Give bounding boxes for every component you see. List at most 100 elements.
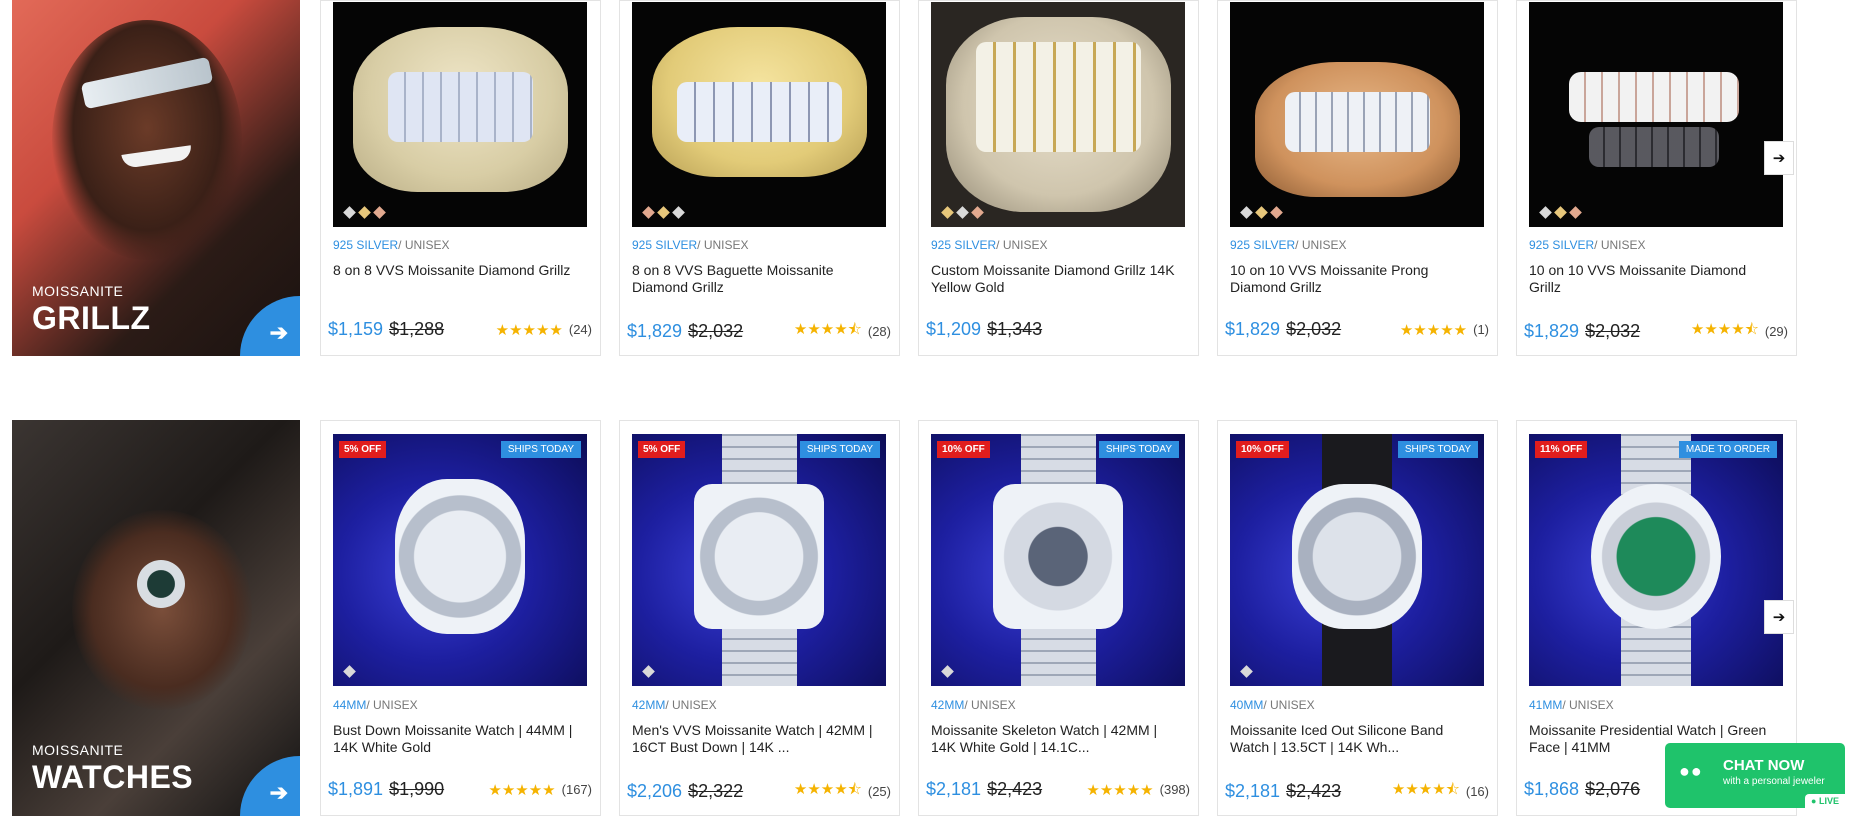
- color-swatches[interactable]: [941, 206, 984, 219]
- chevron-right-icon[interactable]: ➔: [1764, 600, 1794, 634]
- rating[interactable]: ★★★★★ (398): [1086, 781, 1190, 799]
- review-count: (28): [867, 324, 891, 339]
- product-footer: $1,891 $1,990 ★★★★★ (167): [328, 779, 592, 800]
- product-card[interactable]: 925 SILVER/ UNISEX 8 on 8 VVS Baguette M…: [619, 0, 900, 356]
- rating[interactable]: ★★★★⯪ (16): [1392, 779, 1489, 804]
- arrow-right-icon[interactable]: ➔: [240, 756, 300, 816]
- price-original: $2,032: [1585, 321, 1641, 341]
- product-image[interactable]: [1529, 2, 1783, 227]
- color-swatches[interactable]: [642, 665, 655, 678]
- color-swatches[interactable]: [1240, 206, 1283, 219]
- price-original: $2,423: [1286, 781, 1342, 801]
- product-image[interactable]: 10% OFF SHIPS TODAY: [1230, 434, 1484, 686]
- discount-badge: 5% OFF: [638, 441, 686, 458]
- product-image[interactable]: 11% OFF MADE TO ORDER: [1529, 434, 1783, 686]
- watch-shape: [993, 484, 1123, 629]
- product-image[interactable]: [632, 2, 886, 227]
- product-name[interactable]: Moissanite Skeleton Watch | 42MM | 14K W…: [931, 722, 1181, 756]
- grillz-hero-banner[interactable]: MOISSANITE GRILLZ ➔: [12, 0, 300, 356]
- rating[interactable]: ★★★★⯪ (25): [794, 779, 891, 804]
- product-name[interactable]: Bust Down Moissanite Watch | 44MM | 14K …: [333, 722, 583, 756]
- color-swatches[interactable]: [343, 665, 356, 678]
- price-original: $2,076: [1585, 779, 1641, 799]
- grillz-section: MOISSANITE GRILLZ ➔ 925 SILVER/ UNISEX 8…: [0, 0, 1853, 360]
- star-icon: ★★★★★: [1399, 321, 1468, 339]
- product-tag: 925 SILVER/ UNISEX: [931, 238, 1048, 252]
- watch-shape: [137, 560, 185, 608]
- price-sale: $1,159: [328, 319, 384, 339]
- chevron-right-icon[interactable]: ➔: [1764, 141, 1794, 175]
- rating[interactable]: ★★★★★ (1): [1400, 321, 1489, 339]
- live-badge: ● LIVE: [1805, 794, 1845, 808]
- product-footer: $1,829 $2,032 ★★★★★ (1): [1225, 319, 1489, 340]
- product-footer: $1,829 $2,032 ★★★★⯪ (29): [1524, 319, 1788, 344]
- product-card[interactable]: 5% OFF SHIPS TODAY 44MM/ UNISEX Bust Dow…: [320, 420, 601, 816]
- grill-teeth-shape: [1285, 92, 1430, 152]
- product-name[interactable]: Moissanite Iced Out Silicone Band Watch …: [1230, 722, 1480, 756]
- price-sale: $1,868: [1524, 779, 1580, 799]
- rating[interactable]: ★★★★⯪ (29): [1691, 319, 1788, 344]
- star-icon: ★★★★⯪: [1690, 321, 1759, 338]
- product-card[interactable]: 10% OFF SHIPS TODAY 42MM/ UNISEX Moissan…: [918, 420, 1199, 816]
- product-image[interactable]: [333, 2, 587, 227]
- watches-hero-banner[interactable]: MOISSANITE WATCHES ➔: [12, 420, 300, 816]
- product-image[interactable]: 10% OFF SHIPS TODAY: [931, 434, 1185, 686]
- price-sale: $2,206: [627, 781, 683, 801]
- watch-shape: [694, 484, 824, 629]
- shipping-badge: SHIPS TODAY: [1098, 441, 1179, 458]
- product-image[interactable]: 5% OFF SHIPS TODAY: [632, 434, 886, 686]
- chat-now-button[interactable]: ●● CHAT NOW with a personal jeweler ● LI…: [1665, 743, 1845, 808]
- shipping-badge: SHIPS TODAY: [500, 441, 581, 458]
- hero-title: GRILLZ: [32, 300, 151, 336]
- product-tag: 42MM/ UNISEX: [632, 698, 717, 712]
- product-footer: $2,206 $2,322 ★★★★⯪ (25): [627, 779, 891, 804]
- product-card[interactable]: 925 SILVER/ UNISEX 8 on 8 VVS Moissanite…: [320, 0, 601, 356]
- product-name[interactable]: 8 on 8 VVS Moissanite Diamond Grillz: [333, 262, 583, 279]
- rating[interactable]: ★★★★★ (167): [488, 781, 592, 799]
- product-card[interactable]: 925 SILVER/ UNISEX 10 on 10 VVS Moissani…: [1516, 0, 1797, 356]
- product-card[interactable]: 925 SILVER/ UNISEX Custom Moissanite Dia…: [918, 0, 1199, 356]
- hero-kicker: MOISSANITE: [32, 283, 124, 299]
- color-swatches[interactable]: [941, 665, 954, 678]
- color-swatches[interactable]: [1539, 206, 1582, 219]
- watches-section: MOISSANITE WATCHES ➔ 5% OFF SHIPS TODAY …: [0, 420, 1853, 820]
- product-name[interactable]: Men's VVS Moissanite Watch | 42MM | 16CT…: [632, 722, 882, 756]
- arrow-right-icon[interactable]: ➔: [240, 296, 300, 356]
- product-name[interactable]: 10 on 10 VVS Moissanite Diamond Grillz: [1529, 262, 1779, 296]
- product-card[interactable]: 5% OFF SHIPS TODAY 42MM/ UNISEX Men's VV…: [619, 420, 900, 816]
- product-tag: 925 SILVER/ UNISEX: [1230, 238, 1347, 252]
- product-tag: 925 SILVER/ UNISEX: [1529, 238, 1646, 252]
- product-name[interactable]: 8 on 8 VVS Baguette Moissanite Diamond G…: [632, 262, 882, 296]
- price-original: $1,288: [389, 319, 445, 339]
- discount-badge: 11% OFF: [1535, 441, 1588, 458]
- product-name[interactable]: 10 on 10 VVS Moissanite Prong Diamond Gr…: [1230, 262, 1480, 296]
- chat-title: CHAT NOW: [1723, 757, 1805, 774]
- color-swatches[interactable]: [1240, 665, 1253, 678]
- product-name[interactable]: Custom Moissanite Diamond Grillz 14K Yel…: [931, 262, 1181, 296]
- discount-badge: 10% OFF: [1236, 441, 1289, 458]
- rating[interactable]: ★★★★★ (24): [496, 321, 592, 339]
- product-image[interactable]: [931, 2, 1185, 227]
- discount-badge: 5% OFF: [339, 441, 387, 458]
- review-count: (29): [1764, 324, 1788, 339]
- product-tag: 40MM/ UNISEX: [1230, 698, 1315, 712]
- hero-model-photo: [52, 20, 242, 260]
- color-swatches[interactable]: [642, 206, 685, 219]
- product-image[interactable]: [1230, 2, 1484, 227]
- price-sale: $1,209: [926, 319, 982, 339]
- price-original: $2,322: [688, 781, 744, 801]
- chat-bubble-icon: ●●: [1679, 761, 1703, 781]
- star-icon: ★★★★★: [1086, 781, 1154, 799]
- product-tag: 44MM/ UNISEX: [333, 698, 418, 712]
- discount-badge: 10% OFF: [937, 441, 990, 458]
- rating[interactable]: ★★★★⯪ (28): [794, 319, 891, 344]
- grill-teeth-shape: [388, 72, 533, 142]
- color-swatches[interactable]: [343, 206, 386, 219]
- price-sale: $1,891: [328, 779, 384, 799]
- product-card[interactable]: 925 SILVER/ UNISEX 10 on 10 VVS Moissani…: [1217, 0, 1498, 356]
- product-image[interactable]: 5% OFF SHIPS TODAY: [333, 434, 587, 686]
- product-card[interactable]: 10% OFF SHIPS TODAY 40MM/ UNISEX Moissan…: [1217, 420, 1498, 816]
- price-original: $2,423: [987, 779, 1043, 799]
- star-icon: ★★★★⯪: [793, 321, 862, 338]
- review-count: (1): [1473, 322, 1489, 337]
